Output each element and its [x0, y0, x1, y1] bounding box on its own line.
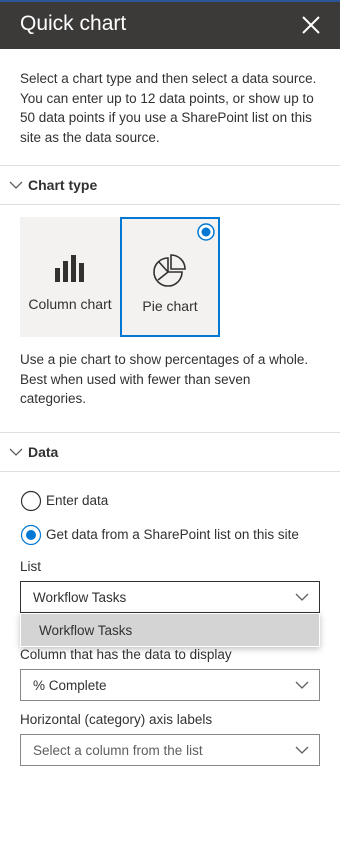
chevron-down-icon [295, 746, 309, 754]
list-dropdown-menu: Workflow Tasks [20, 613, 320, 647]
axis-dropdown-placeholder: Select a column from the list [33, 743, 203, 758]
panel-title: Quick chart [20, 12, 127, 35]
chart-type-description: Use a pie chart to show percentages of a… [20, 352, 309, 406]
radio-unselected-icon [20, 490, 42, 512]
data-heading: Data [28, 444, 59, 460]
chevron-down-icon [295, 593, 309, 601]
axis-field-label: Horizontal (category) axis labels [20, 712, 213, 727]
axis-labels-dropdown[interactable]: Select a column from the list [20, 734, 320, 766]
chevron-down-icon [9, 448, 23, 456]
chart-type-section-header[interactable]: Chart type [0, 165, 340, 205]
data-section-header[interactable]: Data [0, 432, 340, 472]
column-dropdown-value: % Complete [33, 678, 107, 693]
enter-data-label: Enter data [46, 493, 109, 508]
list-dropdown-value: Workflow Tasks [33, 590, 127, 605]
selected-radio-icon [197, 223, 215, 241]
close-icon[interactable] [300, 14, 322, 36]
intro-text: Select a chart type and then select a da… [20, 71, 317, 145]
list-dropdown[interactable]: Workflow Tasks [20, 581, 320, 613]
column-dropdown[interactable]: % Complete [20, 669, 320, 701]
pie-chart-option[interactable]: Pie chart [120, 217, 220, 337]
chart-type-heading: Chart type [28, 177, 98, 193]
column-field-label: Column that has the data to display [20, 647, 232, 662]
list-option-label: Workflow Tasks [39, 623, 133, 638]
chevron-down-icon [295, 681, 309, 689]
chevron-down-icon [9, 181, 23, 189]
sharepoint-list-label: Get data from a SharePoint list on this … [46, 527, 299, 542]
column-chart-option[interactable]: Column chart [20, 217, 120, 337]
panel-header: Quick chart [0, 0, 340, 49]
column-chart-icon [55, 255, 84, 282]
radio-selected-icon [20, 524, 42, 546]
list-field-label: List [20, 559, 42, 574]
pie-chart-icon [153, 254, 186, 287]
list-option-workflow-tasks[interactable]: Workflow Tasks [21, 614, 319, 646]
pie-chart-label: Pie chart [142, 298, 198, 314]
column-chart-label: Column chart [28, 296, 112, 312]
